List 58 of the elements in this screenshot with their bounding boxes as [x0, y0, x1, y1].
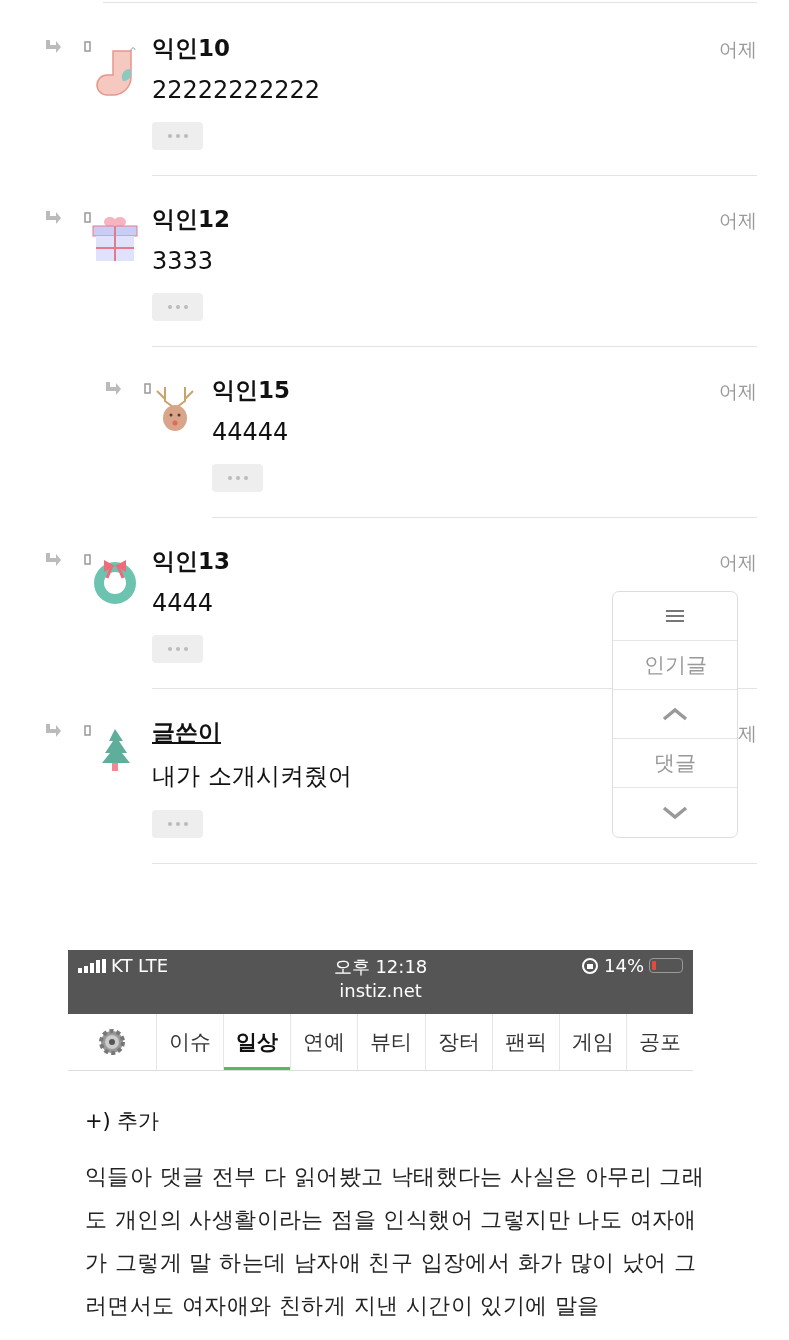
comment-time: 어제 [719, 379, 757, 404]
more-button[interactable] [152, 635, 203, 663]
category-tab[interactable]: 뷰티 [357, 1014, 425, 1070]
comment-text: 44444 [212, 418, 289, 446]
reply-arrow-icon [104, 381, 122, 397]
level-icon [84, 725, 91, 736]
more-button[interactable] [152, 293, 203, 321]
more-icon [226, 475, 249, 481]
chevron-down-icon [662, 805, 688, 820]
comment-time: 어제 [719, 208, 757, 233]
comment-time: 어제 [719, 550, 757, 575]
category-tab[interactable]: 이슈 [156, 1014, 224, 1070]
carrier-label: KT LTE [111, 955, 169, 976]
more-button[interactable] [152, 122, 203, 150]
level-icon [84, 212, 91, 223]
menu-icon [666, 609, 684, 623]
category-tab[interactable]: 팬픽 [491, 1014, 559, 1070]
more-icon [166, 821, 189, 827]
settings-icon[interactable] [97, 1027, 127, 1057]
clock: 오후 12:18 [333, 955, 428, 979]
rotation-lock-icon [581, 956, 599, 975]
more-icon [166, 133, 189, 139]
more-button[interactable] [152, 810, 203, 838]
url-label: instiz.net [339, 980, 422, 1001]
commenter-name[interactable]: 익인13 [152, 546, 230, 577]
level-icon [84, 554, 91, 565]
comment-text: 내가 소개시켜줬어 [152, 761, 352, 792]
comment-time: 제 [738, 721, 757, 746]
signal-icon [78, 958, 106, 973]
level-icon [144, 383, 151, 394]
commenter-name[interactable]: 글쓴이 [152, 717, 221, 748]
gift-icon [90, 214, 140, 264]
tree-icon [100, 727, 130, 773]
battery-icon [649, 958, 683, 973]
chevron-up-icon [662, 707, 688, 721]
commenter-name[interactable]: 익인10 [152, 33, 230, 64]
more-icon [166, 304, 189, 310]
comment-text: 22222222222 [152, 76, 320, 104]
more-button[interactable] [212, 464, 263, 492]
comment-text: 4444 [152, 589, 214, 617]
category-tab[interactable]: 연예 [290, 1014, 358, 1070]
commenter-name[interactable]: 익인15 [212, 375, 290, 406]
category-tab[interactable]: 일상 [223, 1014, 291, 1070]
reply-arrow-icon [44, 210, 62, 226]
post-heading: +) 추가 [85, 1108, 161, 1135]
reply-arrow-icon [44, 552, 62, 568]
category-tab[interactable]: 공포 [625, 1014, 693, 1070]
comment-time: 어제 [719, 37, 757, 62]
comment-text: 3333 [152, 247, 214, 275]
reply-arrow-icon [44, 723, 62, 739]
battery-percent: 14% [604, 955, 644, 976]
reply-arrow-icon [44, 39, 62, 55]
category-tab[interactable]: 게임 [558, 1014, 626, 1070]
post-paragraph: 익들아 댓글 전부 다 읽어봤고 낙태했다는 사실은 아무리 그래도 개인의 사생활이라는 점을 인식했어 그렇지만 나도 여자애가 그렇게 말 하는데 남자애 친구 입장에서 화가 많이 났어 그러면서도 여자애와 친하게 지낸 시간이 있기에 말을 [85, 1163, 706, 1320]
level-icon [84, 41, 91, 52]
more-icon [166, 646, 189, 652]
commenter-name[interactable]: 익인12 [152, 204, 230, 235]
category-tab[interactable]: 장터 [424, 1014, 492, 1070]
